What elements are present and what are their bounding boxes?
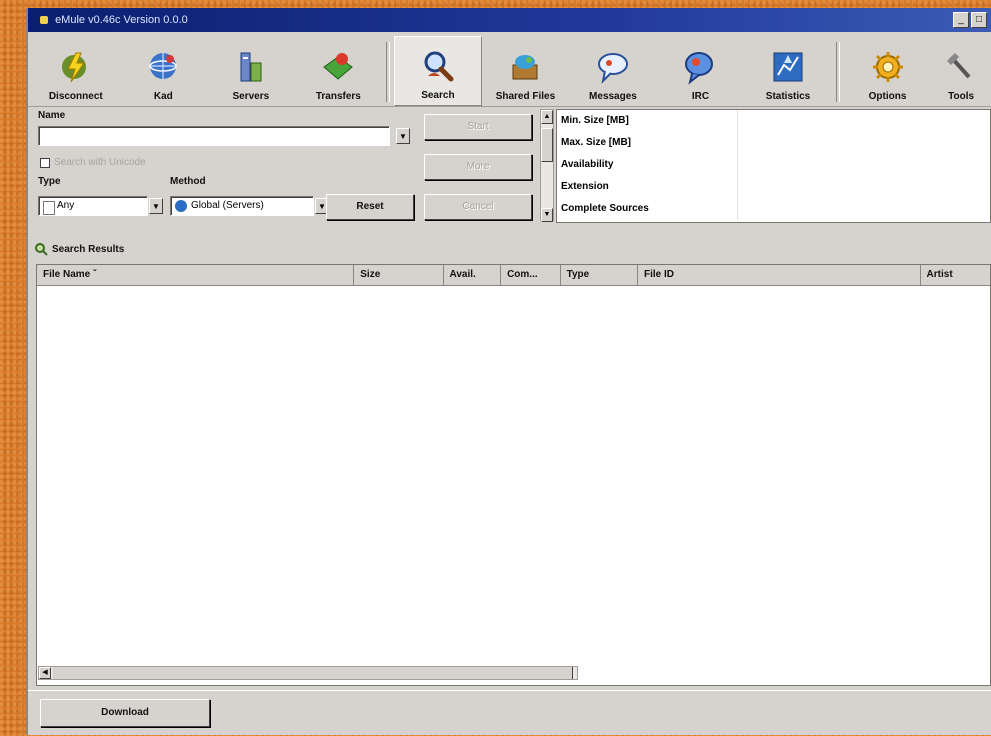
messages-icon — [593, 47, 633, 87]
kad-globe-icon — [143, 47, 183, 87]
method-label: Method — [170, 176, 206, 187]
toolbar-label: Options — [868, 91, 907, 102]
cancel-button[interactable]: Cancel — [424, 194, 532, 220]
scroll-thumb[interactable] — [541, 128, 553, 162]
property-label: Extension — [561, 181, 609, 192]
search-magnifier-icon — [418, 46, 458, 86]
app-icon — [40, 16, 48, 25]
properties-scrollbar[interactable]: ▲ ▼ — [540, 109, 554, 222]
name-dropdown-button[interactable]: ▼ — [396, 128, 410, 144]
globe-icon — [175, 200, 187, 212]
results-horizontal-scrollbar[interactable]: ◀ — [38, 666, 578, 680]
property-row[interactable]: Extension — [557, 176, 990, 198]
property-row[interactable]: Min. Size [MB] — [557, 110, 990, 132]
search-results-list[interactable]: File Name ˇ Size Avail. Com... Type File… — [36, 264, 991, 686]
column-file-id[interactable]: File ID — [638, 265, 921, 285]
toolbar-separator — [386, 42, 391, 102]
scroll-down-icon[interactable]: ▼ — [541, 208, 553, 222]
property-label: Min. Size [MB] — [561, 115, 629, 126]
toolbar-label: Kad — [153, 91, 173, 102]
scroll-up-icon[interactable]: ▲ — [541, 110, 553, 124]
reset-button[interactable]: Reset — [326, 194, 414, 220]
type-dropdown-button[interactable]: ▼ — [149, 198, 163, 214]
toolbar-label: Tools — [948, 91, 975, 102]
search-results-header: Search Results — [34, 242, 124, 256]
property-row[interactable]: Complete Sources — [557, 198, 990, 220]
column-artist[interactable]: Artist — [921, 265, 990, 285]
toolbar-kad-button[interactable]: Kad — [120, 36, 208, 106]
toolbar-separator — [835, 42, 840, 102]
minimize-button[interactable]: _ — [953, 12, 969, 28]
toolbar-label: Shared Files — [495, 91, 556, 102]
column-size[interactable]: Size — [354, 265, 444, 285]
window-title: eMule v0.46c Version 0.0.0 — [55, 14, 188, 26]
unicode-checkbox-label: Search with Unicode — [54, 157, 146, 168]
horizontal-scroll-thumb[interactable] — [53, 667, 573, 679]
toolbar-disconnect-button[interactable]: Disconnect — [32, 36, 120, 106]
unicode-checkbox[interactable] — [40, 158, 50, 168]
start-button[interactable]: Start — [424, 114, 532, 140]
main-toolbar: Disconnect Kad Servers Transfers Search — [28, 32, 991, 107]
results-column-headers: File Name ˇ Size Avail. Com... Type File… — [37, 265, 990, 286]
toolbar-options-button[interactable]: Options — [844, 36, 932, 106]
property-label: Availability — [561, 159, 614, 170]
property-row[interactable]: Max. Size [MB] — [557, 132, 990, 154]
toolbar-messages-button[interactable]: Messages — [569, 36, 657, 106]
bottom-action-bar: Download — [28, 690, 991, 736]
shared-files-icon — [505, 47, 545, 87]
toolbar-label: Transfers — [315, 91, 361, 102]
file-type-icon — [43, 201, 55, 215]
property-label: Max. Size [MB] — [561, 137, 632, 148]
lightning-icon — [56, 47, 96, 87]
toolbar-label: Statistics — [765, 91, 811, 102]
toolbar-label: IRC — [691, 91, 710, 102]
statistics-icon — [768, 47, 808, 87]
search-name-input[interactable] — [38, 126, 390, 146]
search-results-icon — [35, 243, 48, 256]
search-properties-list: Min. Size [MB] Max. Size [MB] Availabili… — [556, 109, 991, 223]
column-avail[interactable]: Avail. — [444, 265, 502, 285]
type-value: Any — [57, 200, 75, 211]
search-results-title: Search Results — [52, 243, 125, 255]
column-complete[interactable]: Com... — [501, 265, 561, 285]
maximize-button[interactable]: □ — [971, 12, 987, 28]
toolbar-search-button[interactable]: Search — [394, 36, 482, 106]
irc-icon — [680, 47, 720, 87]
toolbar-label: Messages — [589, 91, 637, 102]
title-bar: eMule v0.46c Version 0.0.0 _ □ — [28, 8, 991, 32]
toolbar-tools-button[interactable]: Tools — [931, 36, 991, 106]
method-value: Global (Servers) — [191, 200, 264, 211]
column-type[interactable]: Type — [561, 265, 638, 285]
scroll-left-icon[interactable]: ◀ — [39, 667, 51, 679]
toolbar-irc-button[interactable]: IRC — [657, 36, 745, 106]
toolbar-label: Servers — [232, 91, 270, 102]
search-parameters-panel: Name ▼ Search with Unicode Type Method A… — [28, 106, 991, 236]
name-label: Name — [38, 110, 66, 121]
download-button[interactable]: Download — [40, 699, 210, 727]
server-icon — [231, 47, 271, 87]
method-select[interactable]: Global (Servers) — [170, 196, 314, 216]
property-row[interactable]: Availability — [557, 154, 990, 176]
type-select[interactable]: Any — [38, 196, 148, 216]
column-file-name[interactable]: File Name ˇ — [37, 265, 355, 285]
toolbar-statistics-button[interactable]: Statistics — [744, 36, 832, 106]
property-label: Complete Sources — [561, 203, 649, 214]
toolbar-label: Disconnect — [48, 91, 103, 102]
window-controls: _ □ — [953, 12, 987, 28]
toolbar-transfers-button[interactable]: Transfers — [295, 36, 383, 106]
type-label: Type — [38, 176, 61, 187]
options-gear-icon — [868, 47, 908, 87]
toolbar-label: Search — [421, 90, 455, 101]
toolbar-shared-files-button[interactable]: Shared Files — [482, 36, 570, 106]
emule-window: eMule v0.46c Version 0.0.0 _ □ Disconnec… — [28, 8, 991, 735]
toolbar-servers-button[interactable]: Servers — [207, 36, 295, 106]
more-button[interactable]: More — [424, 154, 532, 180]
transfers-icon — [318, 47, 358, 87]
tools-icon — [941, 47, 981, 87]
